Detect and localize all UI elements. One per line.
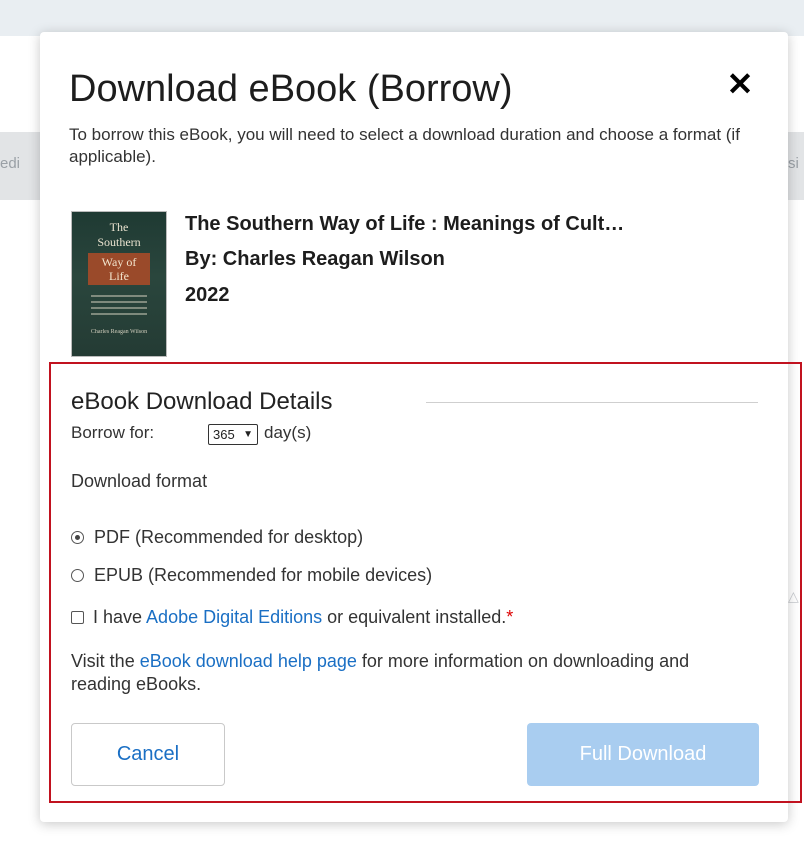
borrow-unit-label: day(s) (264, 423, 312, 442)
radio-pdf[interactable] (71, 530, 84, 544)
format-option-label: EPUB (Recommended for mobile devices) (94, 564, 433, 585)
book-year: 2022 (185, 284, 230, 306)
format-option-label: PDF (Recommended for desktop) (94, 526, 364, 547)
cover-title-line: Southern (97, 235, 141, 249)
legend-divider (426, 402, 758, 403)
chevron-down-icon: ▼ (243, 429, 253, 440)
dialog-title: Download eBook (Borrow) (69, 68, 513, 110)
help-text: Visit the eBook download help page for m… (71, 650, 731, 696)
page-header-strip (0, 0, 804, 36)
background-partial-text-right: si (788, 155, 799, 172)
book-cover-image: The Southern Way of Life Charles Reagan W… (71, 211, 167, 357)
download-details-section: eBook Download Details Borrow for: 365 ▼… (49, 362, 802, 803)
cancel-button[interactable]: Cancel (71, 723, 225, 786)
book-author: By: Charles Reagan Wilson (185, 248, 445, 270)
radio-epub[interactable] (71, 568, 84, 582)
background-partial-text-left: edi (0, 155, 21, 172)
cover-title-box: Way of Life (88, 253, 150, 285)
adobe-confirm-row: I have Adobe Digital Editions or equival… (71, 605, 513, 629)
borrow-duration-value: 365 (213, 427, 235, 442)
download-ebook-dialog: Download eBook (Borrow) ✕ To borrow this… (40, 32, 802, 822)
format-option-pdf[interactable]: PDF (Recommended for desktop) (71, 525, 363, 549)
adobe-digital-editions-link[interactable]: Adobe Digital Editions (146, 607, 322, 627)
dialog-intro: To borrow this eBook, you will need to s… (69, 125, 740, 166)
ebook-help-page-link[interactable]: eBook download help page (140, 651, 357, 671)
full-download-button[interactable]: Full Download (527, 723, 759, 786)
confirm-suffix: or equivalent installed. (322, 606, 507, 627)
close-icon[interactable]: ✕ (724, 68, 756, 100)
cover-title-line: Life (109, 269, 129, 283)
required-marker: * (506, 606, 514, 627)
cover-subtitle-lines (91, 295, 147, 317)
adobe-confirm-label: I have Adobe Digital Editions or equival… (93, 607, 513, 628)
borrow-for-label: Borrow for: (71, 423, 155, 442)
format-option-epub[interactable]: EPUB (Recommended for mobile devices) (71, 563, 432, 587)
download-format-label: Download format (71, 471, 208, 491)
visit-prefix: Visit the (71, 651, 140, 671)
cover-author: Charles Reagan Wilson (90, 329, 148, 335)
cover-title-line: The (109, 220, 129, 234)
adobe-confirm-checkbox[interactable] (71, 610, 84, 624)
cover-title-line: Way of (101, 255, 137, 269)
section-legend: eBook Download Details (71, 388, 333, 416)
borrow-duration-select[interactable]: 365 ▼ (208, 424, 258, 445)
book-title: The Southern Way of Life : Meanings of C… (185, 213, 625, 235)
confirm-prefix: I have (93, 606, 147, 627)
